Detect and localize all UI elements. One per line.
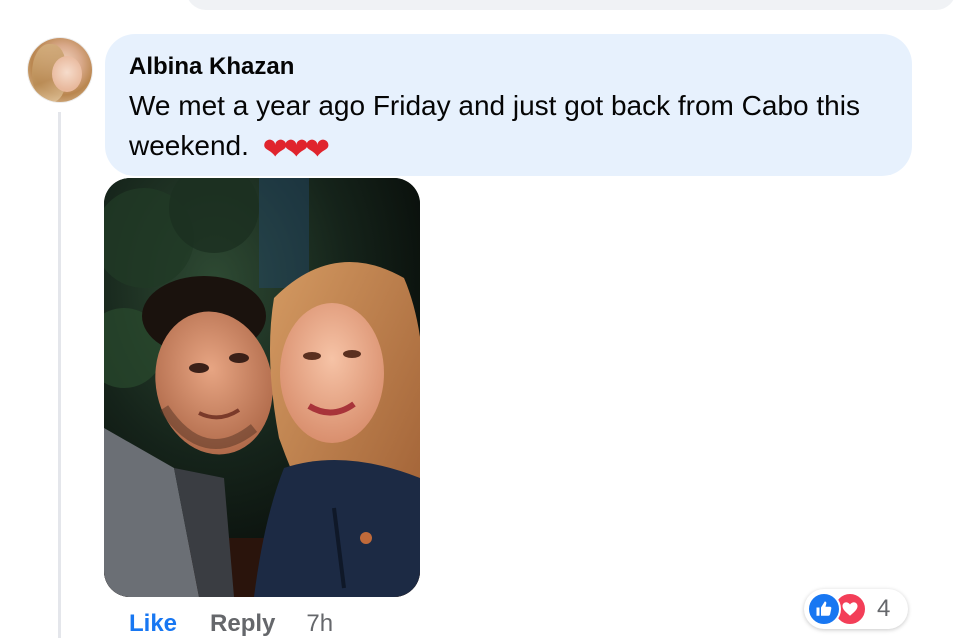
avatar[interactable] xyxy=(28,38,92,102)
comment-actions: Like Reply 7h xyxy=(129,608,333,638)
like-icon xyxy=(807,592,841,626)
reaction-count: 4 xyxy=(877,595,891,622)
comment-bubble: Albina Khazan We met a year ago Friday a… xyxy=(105,34,912,176)
photo-image xyxy=(104,178,420,597)
comment-text: We met a year ago Friday and just got ba… xyxy=(129,90,860,161)
comment-author[interactable]: Albina Khazan xyxy=(129,52,888,82)
comment-thread: Albina Khazan We met a year ago Friday a… xyxy=(0,0,970,638)
heart-emoji-icon: ❤❤❤ xyxy=(262,133,330,166)
like-button[interactable]: Like xyxy=(129,610,177,638)
thread-connector-line xyxy=(58,112,61,638)
previous-comment-bubble xyxy=(186,0,956,10)
avatar-face xyxy=(52,56,82,92)
reaction-summary[interactable]: 4 xyxy=(804,589,908,629)
comment-photo[interactable] xyxy=(104,178,420,597)
comment-text-block: We met a year ago Friday and just got ba… xyxy=(129,86,888,170)
comment-timestamp[interactable]: 7h xyxy=(306,610,333,638)
reply-button[interactable]: Reply xyxy=(210,610,275,638)
